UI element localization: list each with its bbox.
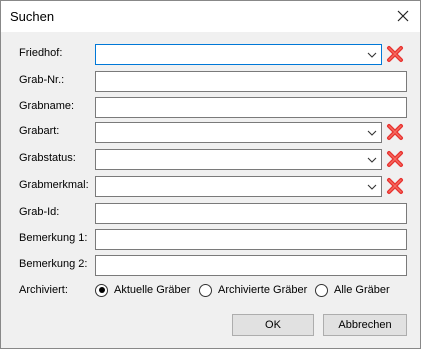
clear-grabstatus-icon[interactable] [386, 150, 404, 168]
chevron-down-icon [367, 130, 377, 136]
grab-id-input[interactable] [95, 203, 407, 224]
bemerkung-2-label: Bemerkung 2: [19, 258, 88, 270]
radio-aktuelle-label: Aktuelle Gräber [114, 284, 191, 296]
bemerkung-2-input[interactable] [95, 255, 407, 276]
grab-id-label: Grab-Id: [19, 206, 60, 218]
radio-archivierte-graeber[interactable]: Archivierte Gräber [199, 282, 307, 298]
chevron-down-icon [367, 157, 377, 163]
clear-friedhof-icon[interactable] [386, 45, 404, 63]
grabstatus-combobox[interactable] [95, 149, 382, 170]
friedhof-combobox[interactable] [95, 44, 382, 65]
search-dialog: Suchen Friedhof: Grab-Nr.: Grabname: Gra… [0, 0, 421, 349]
clear-grabmerkmal-icon[interactable] [386, 177, 404, 195]
archiviert-label: Archiviert: [19, 284, 68, 296]
row-grabstatus: Grabstatus: [1, 149, 420, 171]
grabmerkmal-label: Grabmerkmal: [19, 179, 89, 191]
title-bar: Suchen [1, 1, 420, 32]
row-grabmerkmal: Grabmerkmal: [1, 176, 420, 198]
bemerkung-1-label: Bemerkung 1: [19, 232, 88, 244]
archiviert-radio-group: Aktuelle Gräber Archivierte Gräber Alle … [95, 280, 415, 300]
row-grab-id: Grab-Id: [1, 203, 420, 225]
radio-alle-label: Alle Gräber [334, 284, 390, 296]
grab-nr-input[interactable] [95, 71, 407, 92]
row-bemerkung-1: Bemerkung 1: [1, 229, 420, 251]
chevron-down-icon [367, 52, 377, 58]
clear-grabart-icon[interactable] [386, 123, 404, 141]
radio-alle-graeber[interactable]: Alle Gräber [315, 282, 390, 298]
row-grabart: Grabart: [1, 122, 420, 144]
grabstatus-label: Grabstatus: [19, 152, 76, 164]
window-title: Suchen [10, 9, 55, 24]
grabname-label: Grabname: [19, 100, 75, 112]
radio-button-selected[interactable] [95, 283, 108, 297]
grabart-label: Grabart: [19, 125, 60, 137]
row-grab-nr: Grab-Nr.: [1, 71, 420, 93]
grabart-combobox[interactable] [95, 122, 382, 143]
radio-button[interactable] [315, 283, 328, 297]
bemerkung-1-input[interactable] [95, 229, 407, 250]
ok-button[interactable]: OK [232, 314, 314, 336]
row-grabname: Grabname: [1, 97, 420, 119]
radio-aktuelle-graeber[interactable]: Aktuelle Gräber [95, 282, 190, 298]
grab-nr-label: Grab-Nr.: [19, 74, 65, 86]
grabmerkmal-combobox[interactable] [95, 176, 382, 197]
chevron-down-icon [367, 184, 377, 190]
row-bemerkung-2: Bemerkung 2: [1, 255, 420, 277]
close-icon[interactable] [392, 5, 414, 27]
radio-archivierte-label: Archivierte Gräber [218, 284, 308, 296]
row-friedhof: Friedhof: [1, 44, 420, 66]
cancel-button[interactable]: Abbrechen [323, 314, 407, 336]
friedhof-label: Friedhof: [19, 47, 63, 59]
grabname-input[interactable] [95, 97, 407, 118]
radio-button[interactable] [199, 283, 212, 297]
